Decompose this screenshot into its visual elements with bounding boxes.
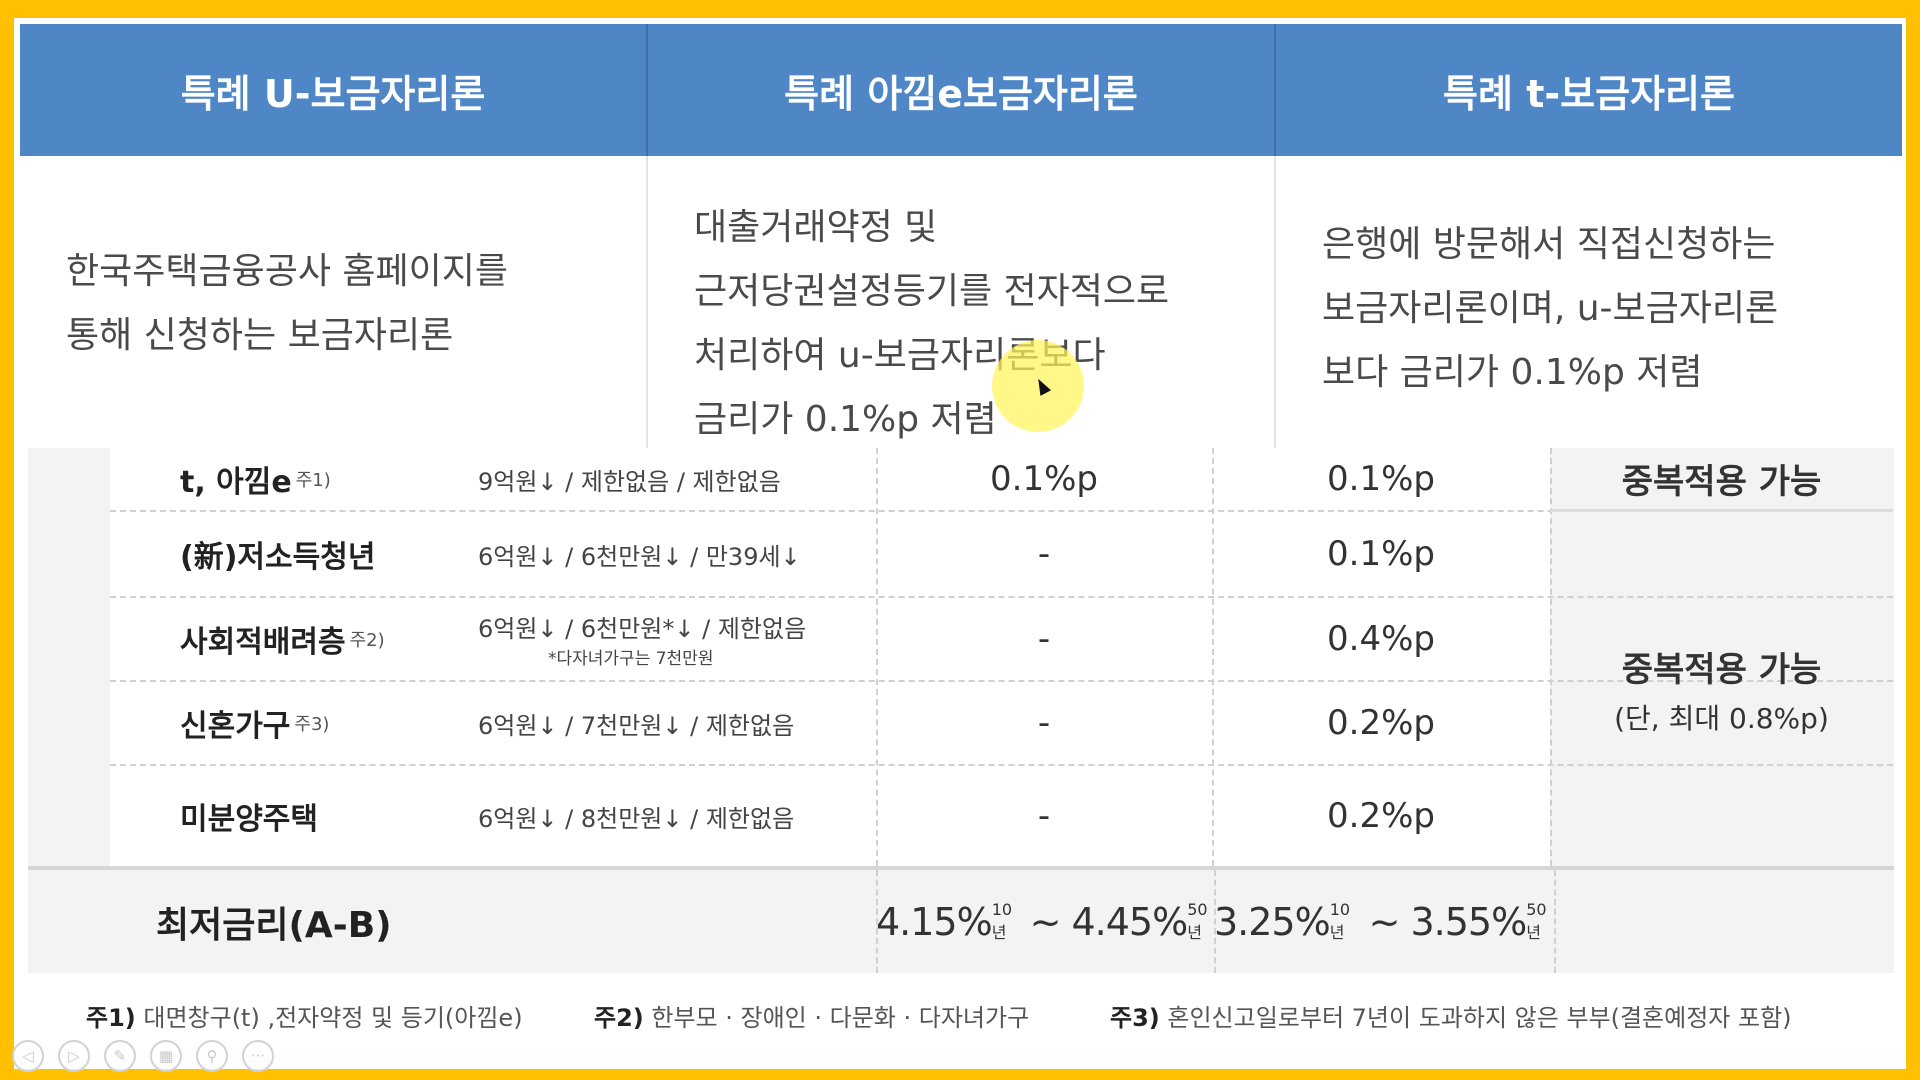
row-condition: 6억원↓ / 8천만원↓ / 제한없음	[478, 804, 795, 833]
zoom-icon[interactable]: ⚲	[196, 1040, 228, 1072]
row-value-a: 0.1%p	[990, 459, 1098, 499]
slide: 특례 U-보금자리론 특례 아낌e보금자리론 특례 t-보금자리론 한국주택금융…	[14, 18, 1906, 1069]
column-divider	[876, 448, 878, 866]
duplicate-max-note: (단, 최대 0.8%p)	[1614, 701, 1829, 735]
footnote-3: 주3) 혼인신고일로부터 7년이 도과하지 않은 부부(결혼예정자 포함)	[1110, 1004, 1792, 1032]
row-name: 미분양주택	[180, 802, 318, 837]
row-condition-note: *다자녀가구는 7천만원	[548, 649, 714, 669]
row-value-a: -	[1037, 703, 1051, 743]
row-condition: 6억원↓ / 6천만원↓ / 만39세↓	[478, 542, 801, 571]
row-value-a: -	[1037, 619, 1051, 659]
next-icon[interactable]: ▷	[58, 1040, 90, 1072]
row-value-a: -	[1037, 534, 1051, 574]
row-note: 주2)	[349, 630, 385, 651]
pen-icon[interactable]: ✎	[104, 1040, 136, 1072]
row-name: 신혼가구	[180, 709, 291, 744]
row-note: 주1)	[295, 470, 331, 491]
description-t: 은행에 방문해서 직접신청하는 보금자리론이며, u-보금자리론 보다 금리가 …	[1322, 224, 1779, 393]
column-divider	[1212, 448, 1214, 866]
header-akkim-e-bogeumjari: 특례 아낌e보금자리론	[648, 24, 1276, 156]
minimum-rate-a: 4.15% 10년 ~ 4.45% 50년	[876, 899, 1208, 944]
minimum-rate-row: 최저금리(A-B) 4.15% 10년 ~ 4.45% 50년 3.25% 10년 ~…	[28, 866, 1894, 973]
row-value-b: 0.4%p	[1327, 619, 1435, 659]
duplicate-applicable-top: 중복적용 가능	[1550, 448, 1893, 512]
minimum-rate-label: 최저금리(A-B)	[156, 904, 392, 946]
prev-icon[interactable]: ◁	[12, 1040, 44, 1072]
description-u: 한국주택금융공사 홈페이지를 통해 신청하는 보금자리론	[20, 156, 648, 452]
row-condition: 6억원↓ / 7천만원↓ / 제한없음	[478, 711, 795, 740]
more-icon[interactable]: ···	[242, 1040, 274, 1072]
minimum-rate-b: 3.25% 10년 ~ 3.55% 50년	[1214, 899, 1547, 944]
row-name: t, 아낌e	[180, 465, 292, 500]
row-value-b: 0.1%p	[1327, 459, 1435, 499]
duplicate-applicable-label: 중복적용 가능	[1621, 649, 1822, 690]
duplicate-applicable-group: 중복적용 가능 (단, 최대 0.8%p)	[1550, 512, 1893, 866]
row-value-a: -	[1037, 796, 1051, 836]
row-value-b: 0.2%p	[1327, 703, 1435, 743]
row-value-b: 0.1%p	[1327, 534, 1435, 574]
description-akkim-e: 대출거래약정 및 근저당권설정등기를 전자적으로 처리하여 u-보금자리론보다 …	[648, 156, 1276, 452]
row-condition: 6억원↓ / 6천만원*↓ / 제한없음	[478, 615, 807, 643]
benefit-table-body: t, 아낌e 주1) 9억원↓ / 제한없음 / 제한없음 0.1%p 0.1%p…	[110, 448, 1893, 866]
column-divider	[1554, 870, 1556, 973]
header-band: 특례 U-보금자리론 특례 아낌e보금자리론 특례 t-보금자리론	[20, 24, 1902, 156]
row-condition: 9억원↓ / 제한없음 / 제한없음	[478, 467, 781, 496]
row-note: 주3)	[294, 714, 330, 735]
slides-icon[interactable]: ▦	[150, 1040, 182, 1072]
description-row: 한국주택금융공사 홈페이지를 통해 신청하는 보금자리론 대출거래약정 및 근저…	[20, 156, 1902, 452]
footnote-2: 주2) 한부모 · 장애인 · 다문화 · 다자녀가구	[594, 1004, 1030, 1032]
presenter-toolbar: ◁ ▷ ✎ ▦ ⚲ ···	[12, 1040, 274, 1072]
footnote-1: 주1) 대면창구(t) ,전자약정 및 등기(아낌e)	[86, 1004, 523, 1032]
header-u-bogeumjari: 특례 U-보금자리론	[20, 24, 648, 156]
benefit-table: t, 아낌e 주1) 9억원↓ / 제한없음 / 제한없음 0.1%p 0.1%p…	[28, 448, 1894, 973]
header-t-bogeumjari: 특례 t-보금자리론	[1443, 71, 1735, 116]
row-name: 사회적배려층	[180, 625, 346, 660]
footnotes: 주1) 대면창구(t) ,전자약정 및 등기(아낌e) 주2) 한부모 · 장애…	[86, 998, 1886, 1038]
row-name: (新)저소득청년	[180, 540, 376, 575]
row-value-b: 0.2%p	[1327, 796, 1435, 836]
